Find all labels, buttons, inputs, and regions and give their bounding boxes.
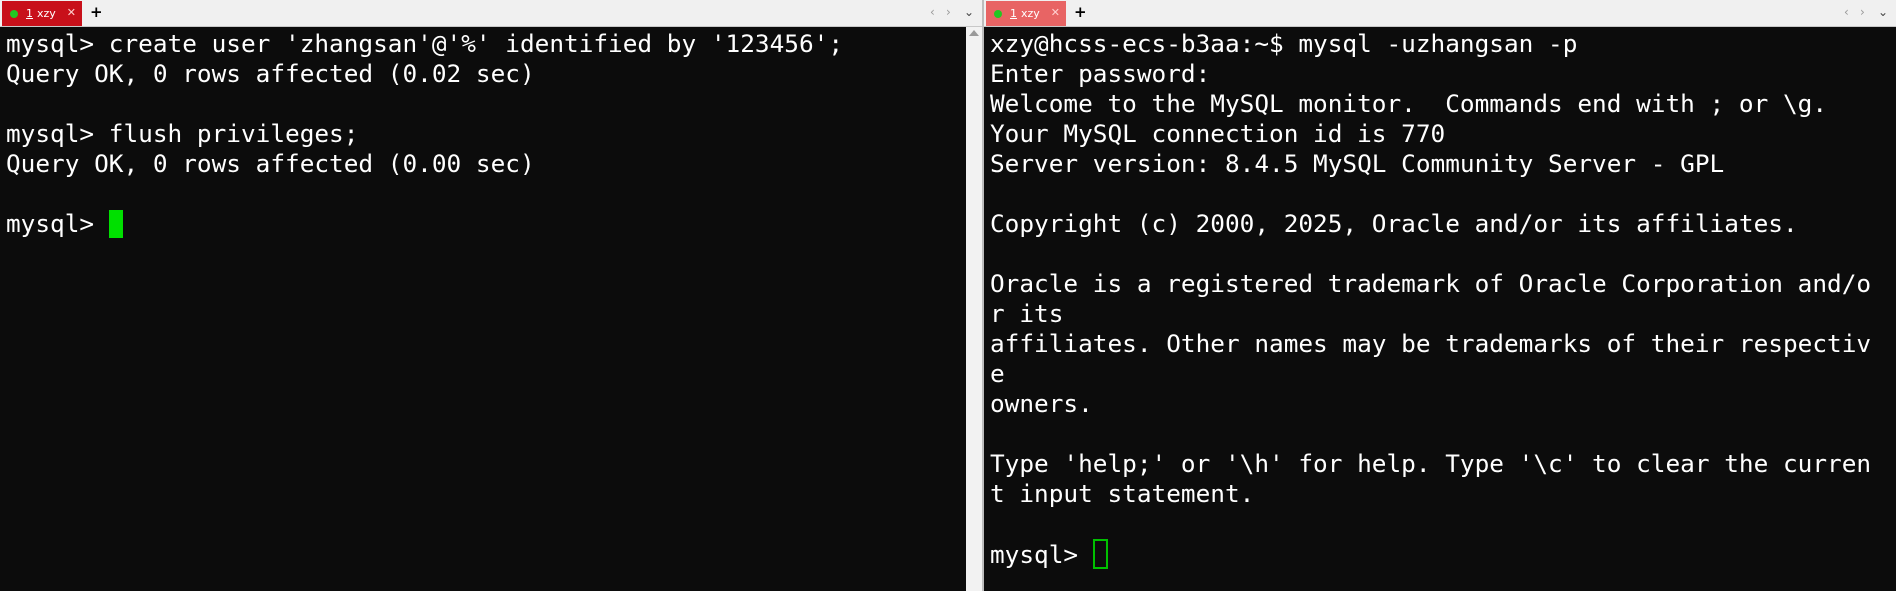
terminal-line: Enter password: (990, 59, 1211, 88)
tab-number: 1 (26, 7, 33, 20)
terminal-line: Query OK, 0 rows affected (0.02 sec) (6, 59, 535, 88)
terminal-cursor (1092, 539, 1108, 569)
tab-label: xzy (1021, 7, 1040, 20)
terminal-line: Copyright (c) 2000, 2025, Oracle and/or … (990, 209, 1798, 238)
tab-menu-chevron-icon[interactable]: ⌄ (1878, 5, 1888, 19)
terminal-line: Server version: 8.4.5 MySQL Community Se… (990, 149, 1725, 178)
terminal-line: xzy@hcss-ecs-b3aa:~$ mysql -uzhangsan -p (990, 29, 1578, 58)
terminal-line: Welcome to the MySQL monitor. Commands e… (990, 89, 1828, 118)
tab-scroll-right-icon[interactable]: › (1860, 5, 1865, 19)
prompt-text: mysql> (990, 540, 1093, 569)
tab-bar: 1 xzy ✕ + ‹ › ⌄ (0, 0, 982, 27)
terminal-line: Type 'help;' or '\h' for help. Type '\c'… (990, 449, 1872, 478)
scroll-up-arrow-icon[interactable] (969, 30, 979, 36)
tab-scroll-left-icon[interactable]: ‹ (930, 5, 935, 19)
tab-bar: 1 xzy ✕ + ‹ › ⌄ (984, 0, 1896, 27)
terminal-line: affiliates. Other names may be trademark… (990, 329, 1872, 358)
terminal-line: mysql> flush privileges; (6, 119, 359, 148)
terminal-prompt-line: mysql> (990, 539, 1108, 570)
terminal-line: e (990, 359, 1005, 388)
terminal-line: t input statement. (990, 479, 1255, 508)
connected-status-icon (994, 9, 1002, 18)
tab-scroll-right-icon[interactable]: › (946, 5, 951, 19)
terminal-output[interactable]: xzy@hcss-ecs-b3aa:~$ mysql -uzhangsan -p… (984, 27, 1896, 591)
close-tab-icon[interactable]: ✕ (67, 7, 76, 19)
right-terminal-pane[interactable]: 1 xzy ✕ + ‹ › ⌄ xzy@hcss-ecs-b3aa:~$ mys… (984, 0, 1896, 591)
tab-menu-chevron-icon[interactable]: ⌄ (964, 5, 974, 19)
new-tab-button[interactable]: + (1074, 3, 1087, 21)
session-tab[interactable]: 1 xzy ✕ (2, 1, 82, 26)
terminal-line: Query OK, 0 rows affected (0.00 sec) (6, 149, 535, 178)
tab-number: 1 (1010, 7, 1017, 20)
close-tab-icon[interactable]: ✕ (1051, 7, 1060, 19)
terminal-line: owners. (990, 389, 1093, 418)
tab-scroll-left-icon[interactable]: ‹ (1844, 5, 1849, 19)
session-tab[interactable]: 1 xzy ✕ (986, 1, 1066, 26)
terminal-prompt-line: mysql> (6, 209, 123, 239)
terminal-cursor (108, 210, 123, 238)
terminal-line: Your MySQL connection id is 770 (990, 119, 1446, 148)
tab-label: xzy (37, 7, 56, 20)
vertical-scrollbar[interactable] (966, 27, 982, 591)
terminal-line: r its (990, 299, 1064, 328)
terminal-line: mysql> create user 'zhangsan'@'%' identi… (6, 29, 844, 58)
terminal-line: Oracle is a registered trademark of Orac… (990, 269, 1872, 298)
prompt-text: mysql> (6, 209, 109, 238)
new-tab-button[interactable]: + (90, 3, 103, 21)
connected-status-icon (10, 9, 18, 18)
terminal-output[interactable]: mysql> create user 'zhangsan'@'%' identi… (0, 27, 982, 591)
left-terminal-pane[interactable]: 1 xzy ✕ + ‹ › ⌄ mysql> create user 'zhan… (0, 0, 982, 591)
